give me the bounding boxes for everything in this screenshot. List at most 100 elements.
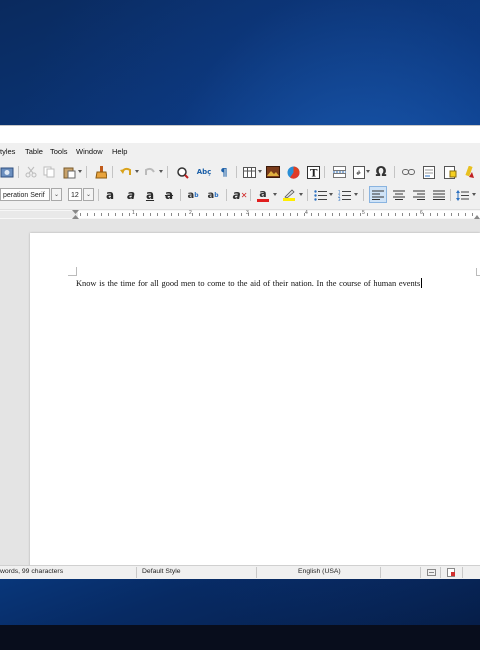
redo-icon[interactable] bbox=[143, 165, 157, 179]
ruler-tick bbox=[346, 213, 347, 216]
font-name-dropdown[interactable]: ⌄ bbox=[51, 188, 62, 201]
align-right-icon[interactable] bbox=[412, 188, 426, 202]
ruler-tick bbox=[101, 213, 102, 216]
standard-toolbar: Abç ¶ T # Ω bbox=[0, 162, 480, 182]
menu-tools[interactable]: Tools bbox=[50, 147, 68, 156]
ruler-tick bbox=[185, 213, 186, 216]
copy-icon[interactable] bbox=[42, 165, 56, 179]
highlight-dropdown-arrow[interactable] bbox=[299, 193, 303, 196]
font-color-dropdown-arrow[interactable] bbox=[273, 193, 277, 196]
ruler-tick bbox=[255, 213, 256, 216]
ruler-tick bbox=[381, 213, 382, 216]
ruler-tick bbox=[136, 213, 137, 216]
strikethrough-icon[interactable]: a bbox=[162, 188, 176, 202]
menu-styles[interactable]: tyles bbox=[0, 147, 15, 156]
cut-icon[interactable] bbox=[24, 165, 38, 179]
menu-table[interactable]: Table bbox=[25, 147, 43, 156]
align-center-icon[interactable] bbox=[392, 188, 406, 202]
field-dropdown-arrow[interactable] bbox=[366, 170, 370, 173]
separator bbox=[98, 189, 99, 201]
bold-icon[interactable]: a bbox=[103, 188, 117, 202]
undo-icon[interactable] bbox=[118, 165, 132, 179]
separator bbox=[226, 189, 227, 201]
ruler-tick bbox=[311, 213, 312, 216]
font-size-box[interactable]: 12 bbox=[68, 188, 82, 201]
insert-textbox-icon[interactable]: T bbox=[306, 165, 320, 179]
formatting-marks-icon[interactable]: ¶ bbox=[217, 165, 231, 179]
insert-mode-icon[interactable] bbox=[427, 569, 436, 576]
redo-dropdown-arrow[interactable] bbox=[159, 170, 163, 173]
text-cursor bbox=[421, 278, 423, 288]
separator bbox=[86, 166, 87, 178]
track-changes-icon[interactable] bbox=[464, 165, 478, 179]
menu-bar: tyles Table Tools Window Help bbox=[0, 144, 480, 160]
ruler-tick bbox=[143, 213, 144, 216]
font-name-box[interactable]: peration Serif bbox=[0, 188, 50, 201]
line-spacing-dropdown-arrow[interactable] bbox=[472, 193, 476, 196]
writer-window: tyles Table Tools Window Help Abç ¶ T # … bbox=[0, 125, 480, 579]
document-text[interactable]: Know is the time for all good men to com… bbox=[76, 278, 423, 288]
image-icon[interactable] bbox=[0, 165, 14, 179]
bullets-icon[interactable] bbox=[313, 188, 327, 202]
subscript-icon[interactable]: ab bbox=[206, 188, 220, 202]
ruler-tick bbox=[241, 213, 242, 216]
menu-window[interactable]: Window bbox=[76, 147, 103, 156]
ruler-tick bbox=[192, 213, 193, 216]
justify-icon[interactable] bbox=[432, 188, 446, 202]
bullets-dropdown-arrow[interactable] bbox=[329, 193, 333, 196]
special-character-icon[interactable]: Ω bbox=[374, 165, 388, 180]
superscript-icon[interactable]: ab bbox=[186, 188, 200, 202]
document-page[interactable]: Know is the time for all good men to com… bbox=[30, 233, 480, 573]
ruler-tick bbox=[297, 213, 298, 216]
taskbar bbox=[0, 625, 480, 650]
document-paragraph: Know is the time for all good men to com… bbox=[76, 279, 421, 288]
table-dropdown-arrow[interactable] bbox=[258, 170, 262, 173]
line-spacing-icon[interactable] bbox=[455, 188, 469, 202]
separator bbox=[256, 567, 257, 578]
menu-help[interactable]: Help bbox=[112, 147, 127, 156]
page-style[interactable]: Default Style bbox=[142, 568, 181, 575]
align-left-icon[interactable] bbox=[369, 186, 387, 203]
italic-icon[interactable]: a bbox=[124, 188, 138, 202]
find-replace-icon[interactable] bbox=[175, 165, 189, 179]
hyperlink-icon[interactable] bbox=[401, 165, 415, 179]
clone-formatting-icon[interactable] bbox=[94, 165, 108, 179]
comment-icon[interactable] bbox=[443, 165, 457, 179]
ruler-tick bbox=[206, 213, 207, 216]
font-size-dropdown[interactable]: ⌄ bbox=[83, 188, 94, 201]
insert-field-icon[interactable]: # bbox=[352, 165, 366, 179]
insert-chart-icon[interactable] bbox=[286, 165, 300, 179]
indent-marker-icon[interactable] bbox=[71, 210, 80, 219]
right-indent-marker-icon[interactable] bbox=[474, 210, 480, 219]
ruler-tick bbox=[430, 213, 431, 216]
separator bbox=[380, 567, 381, 578]
ruler-tick bbox=[325, 213, 326, 216]
insert-table-icon[interactable] bbox=[242, 165, 256, 179]
ruler-tick bbox=[262, 213, 263, 216]
footnote-icon[interactable] bbox=[422, 165, 436, 179]
paste-icon[interactable] bbox=[62, 165, 76, 179]
insert-page-break-icon[interactable] bbox=[332, 165, 346, 179]
document-modified-icon[interactable] bbox=[447, 568, 456, 577]
insert-image-icon[interactable] bbox=[266, 165, 280, 179]
font-color-icon[interactable]: a bbox=[256, 188, 270, 202]
ruler-tick bbox=[353, 213, 354, 216]
ruler-tick bbox=[115, 213, 116, 216]
clear-formatting-icon[interactable]: a ✕ bbox=[233, 188, 248, 202]
paste-dropdown-arrow[interactable] bbox=[78, 170, 82, 173]
highlight-icon[interactable] bbox=[282, 188, 296, 202]
numbering-dropdown-arrow[interactable] bbox=[354, 193, 358, 196]
word-count[interactable]: words, 99 characters bbox=[0, 568, 63, 575]
separator bbox=[440, 567, 441, 578]
separator bbox=[250, 189, 251, 201]
underline-icon[interactable]: a bbox=[143, 188, 157, 202]
ruler-tick bbox=[276, 213, 277, 216]
undo-dropdown-arrow[interactable] bbox=[135, 170, 139, 173]
ruler-tick bbox=[367, 213, 368, 216]
ruler-tick bbox=[458, 213, 459, 216]
spellcheck-icon[interactable]: Abç bbox=[197, 165, 212, 179]
language[interactable]: English (USA) bbox=[298, 568, 341, 575]
ruler-tick bbox=[339, 213, 340, 216]
numbering-icon[interactable]: 123 bbox=[337, 188, 351, 202]
ruler-tick bbox=[395, 213, 396, 216]
